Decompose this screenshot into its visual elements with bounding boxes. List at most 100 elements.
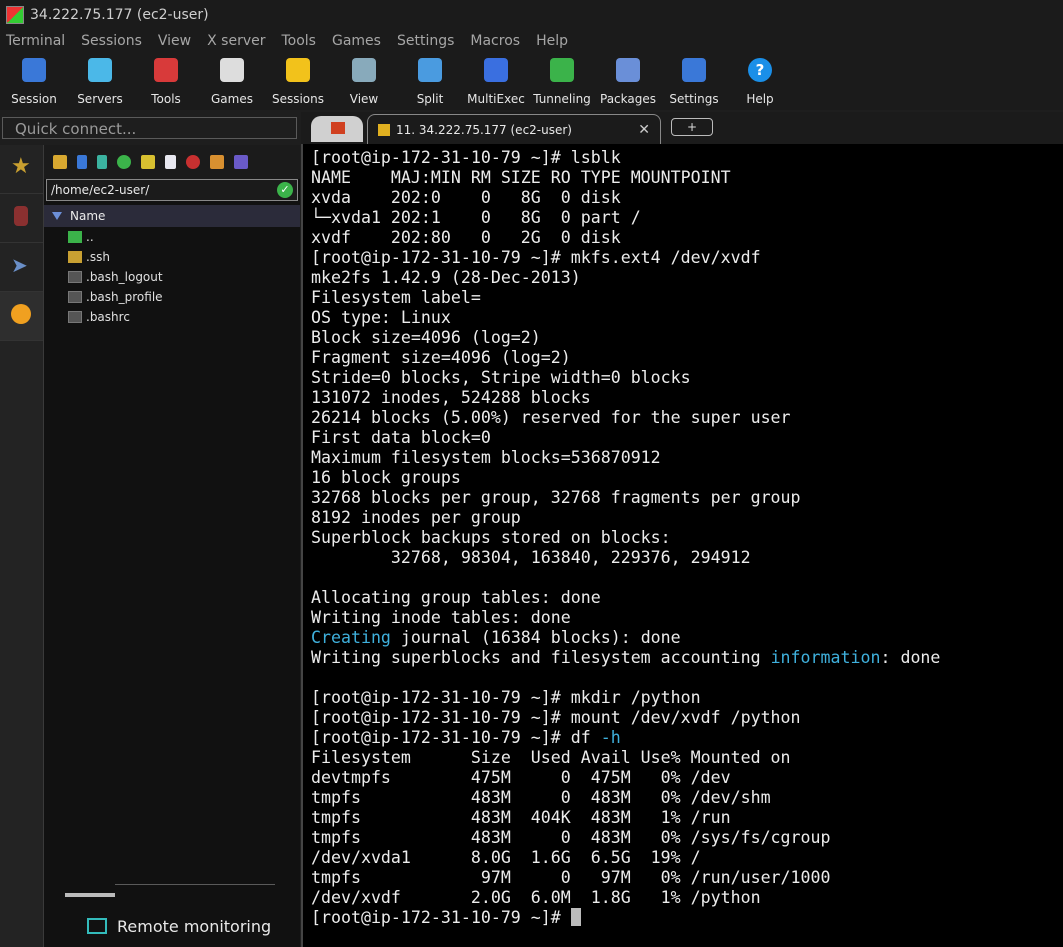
- send-icon: ➤: [11, 253, 28, 277]
- menu-view[interactable]: View: [158, 33, 191, 49]
- ssh-pen-icon: [378, 123, 390, 136]
- sort-down-icon: [52, 212, 62, 220]
- refresh-icon[interactable]: [117, 155, 131, 169]
- terminal-line: 131072 inodes, 524288 blocks: [311, 388, 591, 407]
- tunneling-button[interactable]: Tunneling: [529, 56, 595, 108]
- terminal-line: NAME MAJ:MIN RM SIZE RO TYPE MOUNTPOINT: [311, 168, 731, 187]
- terminal-line: Fragment size=4096 (log=2): [311, 348, 571, 367]
- main-toolbar: Session Servers Tools Games Sessions Vie…: [0, 52, 1063, 110]
- horizontal-scrollbar[interactable]: [65, 893, 115, 897]
- servers-button[interactable]: Servers: [67, 56, 133, 108]
- title-bar: 34.222.75.177 (ec2-user): [0, 0, 1063, 30]
- tunneling-icon: [550, 58, 574, 82]
- terminal-line: Writing inode tables: done: [311, 608, 571, 627]
- settings-button[interactable]: Settings: [661, 56, 727, 108]
- terminal-line: OS type: Linux: [311, 308, 451, 327]
- terminal-cursor: [570, 908, 581, 926]
- folder-icon: [68, 251, 82, 263]
- menu-x-server[interactable]: X server: [207, 33, 265, 49]
- terminal-line: Maximum filesystem blocks=536870912: [311, 448, 661, 467]
- sessions-button[interactable]: Sessions: [265, 56, 331, 108]
- terminal[interactable]: [root@ip-172-31-10-79 ~]# lsblk NAME MAJ:…: [301, 144, 1063, 947]
- remote-monitoring-button[interactable]: Remote monitoring: [43, 905, 299, 947]
- tools-button[interactable]: Tools: [133, 56, 199, 108]
- terminal-line: Filesystem label=: [311, 288, 481, 307]
- sftp-toolbar: [44, 145, 300, 179]
- menu-tools[interactable]: Tools: [281, 33, 316, 49]
- new-tab-button[interactable]: +: [671, 118, 713, 136]
- upload-icon[interactable]: [97, 155, 107, 169]
- menu-games[interactable]: Games: [332, 33, 381, 49]
- packages-icon: [616, 58, 640, 82]
- file-icon: [68, 311, 82, 323]
- tools-icon: [14, 206, 28, 226]
- sftp-tab[interactable]: [0, 292, 43, 341]
- file-row[interactable]: ..: [44, 227, 300, 247]
- menu-help[interactable]: Help: [536, 33, 568, 49]
- highlighted-word: -h: [600, 728, 621, 747]
- home-tab[interactable]: [311, 116, 363, 142]
- new-folder-icon[interactable]: [141, 155, 155, 169]
- servers-icon: [88, 58, 112, 82]
- sessions-star-icon: [286, 58, 310, 82]
- sessions-tab[interactable]: ★: [0, 145, 43, 194]
- split-button[interactable]: Split: [397, 56, 463, 108]
- path-ok-check-icon[interactable]: ✓: [277, 182, 293, 198]
- terminal-line: Filesystem Size Used Avail Use% Mounted …: [311, 748, 791, 767]
- file-row[interactable]: .bash_profile: [44, 287, 300, 307]
- terminal-line: Writing superblocks and filesystem accou…: [311, 648, 941, 667]
- font-icon[interactable]: [234, 155, 248, 169]
- quick-connect-input[interactable]: Quick connect...: [2, 117, 297, 139]
- file-icon: [68, 291, 82, 303]
- help-button[interactable]: ? Help: [727, 56, 793, 108]
- name-column-header[interactable]: Name: [44, 205, 300, 227]
- new-file-icon[interactable]: [165, 155, 176, 169]
- sftp-path-input[interactable]: /home/ec2-user/ ✓: [46, 179, 298, 201]
- highlighted-word: Creating: [311, 628, 391, 647]
- divider: [115, 884, 275, 885]
- multiexec-button[interactable]: MultiExec: [463, 56, 529, 108]
- terminal-line: Allocating group tables: done: [311, 588, 601, 607]
- games-icon: [220, 58, 244, 82]
- view-button[interactable]: View: [331, 56, 397, 108]
- delete-icon[interactable]: [186, 155, 200, 169]
- tools-tab[interactable]: [0, 194, 43, 243]
- tab-session-11[interactable]: 11. 34.222.75.177 (ec2-user) ✕: [367, 114, 661, 144]
- menu-macros[interactable]: Macros: [470, 33, 520, 49]
- mobaxterm-logo-icon: [6, 6, 24, 24]
- menu-sessions[interactable]: Sessions: [81, 33, 142, 49]
- terminal-line: [root@ip-172-31-10-79 ~]# mount /dev/xvd…: [311, 708, 801, 727]
- menu-settings[interactable]: Settings: [397, 33, 454, 49]
- file-row[interactable]: .bashrc: [44, 307, 300, 327]
- terminal-output: [root@ip-172-31-10-79 ~]# lsblk NAME MAJ:…: [303, 144, 1063, 928]
- games-button[interactable]: Games: [199, 56, 265, 108]
- multiexec-icon: [484, 58, 508, 82]
- terminal-line: [root@ip-172-31-10-79 ~]# mkdir /python: [311, 688, 701, 707]
- download-icon[interactable]: [77, 155, 87, 169]
- packages-button[interactable]: Packages: [595, 56, 661, 108]
- tab-bar: 11. 34.222.75.177 (ec2-user) ✕ +: [301, 112, 1063, 144]
- refresh-folder-icon[interactable]: [53, 155, 67, 169]
- menu-terminal[interactable]: Terminal: [6, 33, 65, 49]
- terminal-line: xvdf 202:80 0 2G 0 disk: [311, 228, 621, 247]
- macros-tab[interactable]: ➤: [0, 243, 43, 292]
- permissions-key-icon[interactable]: [210, 155, 224, 169]
- file-row[interactable]: .bash_logout: [44, 267, 300, 287]
- terminal-line: Superblock backups stored on blocks:: [311, 528, 671, 547]
- sftp-path: /home/ec2-user/: [51, 183, 150, 197]
- file-row[interactable]: .ssh: [44, 247, 300, 267]
- terminal-line: 32768, 98304, 163840, 229376, 294912: [311, 548, 751, 567]
- session-button[interactable]: Session: [1, 56, 67, 108]
- terminal-line: [root@ip-172-31-10-79 ~]# mkfs.ext4 /dev…: [311, 248, 761, 267]
- terminal-line: tmpfs 483M 404K 483M 1% /run: [311, 808, 731, 827]
- window-title: 34.222.75.177 (ec2-user): [30, 7, 209, 23]
- help-icon: ?: [748, 58, 772, 82]
- terminal-line: devtmpfs 475M 0 475M 0% /dev: [311, 768, 731, 787]
- terminal-line: tmpfs 483M 0 483M 0% /sys/fs/cgroup: [311, 828, 831, 847]
- close-tab-icon[interactable]: ✕: [638, 122, 650, 138]
- terminal-line: [root@ip-172-31-10-79 ~]# df -h: [311, 728, 621, 747]
- settings-icon: [682, 58, 706, 82]
- terminal-line: Creating journal (16384 blocks): done: [311, 628, 681, 647]
- terminal-line: tmpfs 483M 0 483M 0% /dev/shm: [311, 788, 771, 807]
